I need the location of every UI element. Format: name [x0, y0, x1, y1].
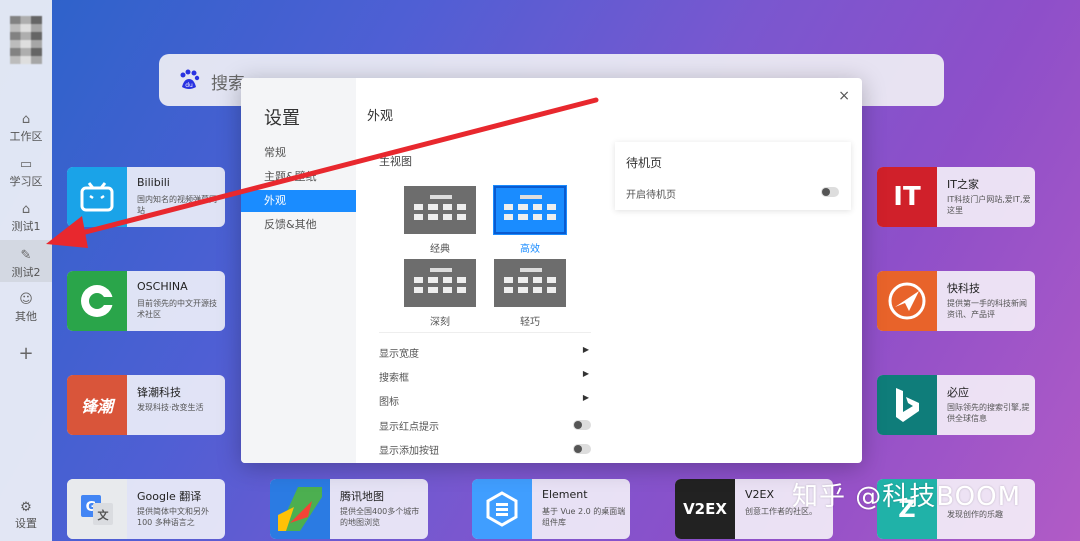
- watermark: 知乎 @科技BOOM: [792, 482, 1022, 512]
- annotation-arrow-icon: [46, 97, 599, 248]
